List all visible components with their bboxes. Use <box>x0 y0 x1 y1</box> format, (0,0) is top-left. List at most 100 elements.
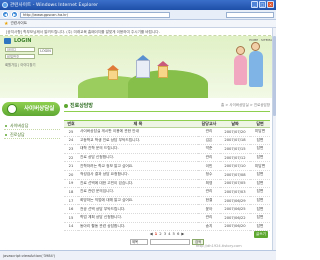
board-search-input[interactable] <box>150 239 190 245</box>
row-subject-link[interactable]: 적성검사 결과 상담 요청합니다. <box>78 170 198 180</box>
row-subject-link[interactable]: 진로 상담 신청합니다. <box>78 153 198 163</box>
page-link[interactable]: 6 <box>177 231 179 236</box>
page-title: 진로상담방 <box>64 102 93 109</box>
row-author: 박준 <box>198 144 220 154</box>
sidebar-item-career-counsel[interactable]: 진로상담 <box>4 131 60 139</box>
row-author: 윤아 <box>198 204 220 214</box>
row-date: 2007/06/29 <box>220 196 250 206</box>
row-author: 송지 <box>198 222 220 232</box>
row-subject-link[interactable]: 진학하려는 학교 정보 알고 싶어요. <box>78 161 198 171</box>
table-row[interactable]: 16 전공 선택 상담 부탁드립니다. 윤아 2007/06/25 답변 <box>64 204 270 214</box>
row-subject-link[interactable]: 희망하는 직업에 대해 알고 싶어요. <box>78 196 198 206</box>
browser-search-input[interactable] <box>226 12 274 18</box>
row-author: 관리 <box>198 187 220 197</box>
page-link[interactable]: ▶ <box>181 231 184 236</box>
row-number: 20 <box>64 170 78 180</box>
sidebar: 사이버상담실 사이버상담 진로상담 <box>0 98 62 250</box>
login-title: LOGIN <box>14 38 32 44</box>
row-author: 한결 <box>198 196 220 206</box>
table-row[interactable]: 21 진학하려는 학교 정보 알고 싶어요. 이민 2007/07/10 미답변 <box>64 161 270 171</box>
minimize-button[interactable]: _ <box>251 1 258 8</box>
row-number: 24 <box>64 136 78 146</box>
table-row[interactable]: 24 고등학교 학생 진로 상담 부탁드립니다. 김은 2007/07/18 답변 <box>64 136 270 146</box>
row-answer-status: 답변 <box>250 213 270 223</box>
scrollbar-thumb[interactable] <box>273 36 276 116</box>
row-subject-link[interactable]: 진로 선택에 대한 고민이 있습니다. <box>78 179 198 189</box>
sidebar-item-cyber-counsel[interactable]: 사이버상담 <box>4 122 60 130</box>
row-answer-status: 답변 <box>250 170 270 180</box>
row-date: 2007/06/20 <box>220 222 250 232</box>
row-answer-status: 답변 <box>250 196 270 206</box>
row-subject-link[interactable]: 고등학교 학생 진로 상담 부탁드립니다. <box>78 136 198 146</box>
table-row[interactable]: 15 학업 계획 상담 신청합니다. 관리 2007/06/22 답변 <box>64 213 270 223</box>
row-answer-status: 답변 <box>250 153 270 163</box>
table-row[interactable]: 19 진로 선택에 대한 고민이 있습니다. 최영 2007/07/05 답변 <box>64 179 270 189</box>
notice-ticker[interactable]: [공지사항] 학부모님께서 알려드립니다. (주) 미래교육 홈페이지를 알맞게… <box>0 28 276 36</box>
back-button[interactable]: ◀ <box>2 11 9 18</box>
row-date: 2007/07/08 <box>220 170 250 180</box>
row-date: 2007/07/05 <box>220 179 250 189</box>
row-answer-status: 답변 <box>250 136 270 146</box>
login-links[interactable]: 회원가입 | 아이디찾기 <box>5 62 36 67</box>
column-no: 번호 <box>64 120 78 128</box>
row-author: 관리 <box>198 127 220 137</box>
url-input[interactable]: http://www.gpscan.ha.kr/ <box>20 11 170 18</box>
table-row[interactable]: 25 사이버상담실 게시판 이용에 관한 안내 관리 2007/07/20 미답변 <box>64 127 270 137</box>
table-row[interactable]: 17 희망하는 직업에 대해 알고 싶어요. 한결 2007/06/29 답변 <box>64 196 270 206</box>
table-row[interactable]: 18 진로 관련 문의입니다. 관리 2007/07/03 답변 <box>64 187 270 197</box>
page-link[interactable]: 1 <box>155 231 158 236</box>
page-link[interactable]: 4 <box>168 231 170 236</box>
table-row[interactable]: 22 진로 상담 신청합니다. 관리 2007/07/12 답변 <box>64 153 270 163</box>
column-answer: 답변 <box>250 120 270 128</box>
row-date: 2007/06/22 <box>220 213 250 223</box>
row-subject-link[interactable]: 동아리 활동 관련 상담합니다. <box>78 222 198 232</box>
table-row[interactable]: 20 적성검사 결과 상담 요청합니다. 정수 2007/07/08 답변 <box>64 170 270 180</box>
tab-current[interactable]: 관련사이트 <box>10 21 27 26</box>
row-author: 정수 <box>198 170 220 180</box>
row-answer-status: 미답변 <box>250 161 270 171</box>
row-author: 이민 <box>198 161 220 171</box>
forward-button[interactable]: ▶ <box>11 11 18 18</box>
row-date: 2007/06/25 <box>220 204 250 214</box>
page-link[interactable]: 5 <box>173 231 175 236</box>
row-number: 22 <box>64 153 78 163</box>
row-number: 25 <box>64 127 78 137</box>
row-subject-link[interactable]: 학업 계획 상담 신청합니다. <box>78 213 198 223</box>
column-date: 날짜 <box>220 120 250 128</box>
id-input[interactable] <box>5 47 35 52</box>
row-number: 15 <box>64 213 78 223</box>
page-link[interactable]: 2 <box>159 231 161 236</box>
password-input[interactable] <box>5 54 35 59</box>
row-subject-link[interactable]: 전공 선택 상담 부탁드립니다. <box>78 204 198 214</box>
row-subject-link[interactable]: 진로 관련 문의입니다. <box>78 187 198 197</box>
watermark-text: http://dh1924.tistory.com <box>196 244 242 248</box>
page-link[interactable]: ◀ <box>150 231 153 236</box>
table-row[interactable]: 23 대학 진학 문의 드립니다. 박준 2007/07/15 답변 <box>64 144 270 154</box>
table-row[interactable]: 14 동아리 활동 관련 상담합니다. 송지 2007/06/20 답변 <box>64 222 270 232</box>
ie-icon <box>2 2 8 8</box>
write-button[interactable]: 글쓰기 <box>254 231 268 238</box>
lock-icon <box>4 38 11 44</box>
site-banner: [공지사항] 학부모님께서 알려드립니다. (주) 미래교육 홈페이지를 알맞게… <box>0 28 276 98</box>
search-option-select[interactable]: 제목 <box>130 239 148 245</box>
row-date: 2007/07/10 <box>220 161 250 171</box>
row-author: 최영 <box>198 179 220 189</box>
login-button[interactable]: LOGIN <box>38 48 53 55</box>
sidebar-title: 사이버상담실 <box>2 102 60 116</box>
favorites-star-icon[interactable]: ★ <box>4 21 8 27</box>
status-bar: javascript:viewAction('3984') <box>0 250 276 260</box>
close-button[interactable]: × <box>267 1 274 8</box>
row-number: 16 <box>64 204 78 214</box>
row-number: 18 <box>64 187 78 197</box>
pagination: ◀ 1 2 3 4 5 6 ▶ <box>62 231 272 236</box>
maximize-button[interactable]: □ <box>259 1 266 8</box>
row-subject-link[interactable]: 사이버상담실 게시판 이용에 관한 안내 <box>78 127 198 137</box>
window-title: 관련사이트 - Windows Internet Explorer <box>10 3 99 8</box>
page-scrollbar[interactable] <box>272 28 276 250</box>
row-author: 관리 <box>198 213 220 223</box>
row-author: 김은 <box>198 136 220 146</box>
row-subject-link[interactable]: 대학 진학 문의 드립니다. <box>78 144 198 154</box>
row-number: 21 <box>64 161 78 171</box>
login-box: LOGIN LOGIN 회원가입 | 아이디찾기 <box>2 38 62 67</box>
page-link[interactable]: 3 <box>164 231 166 236</box>
